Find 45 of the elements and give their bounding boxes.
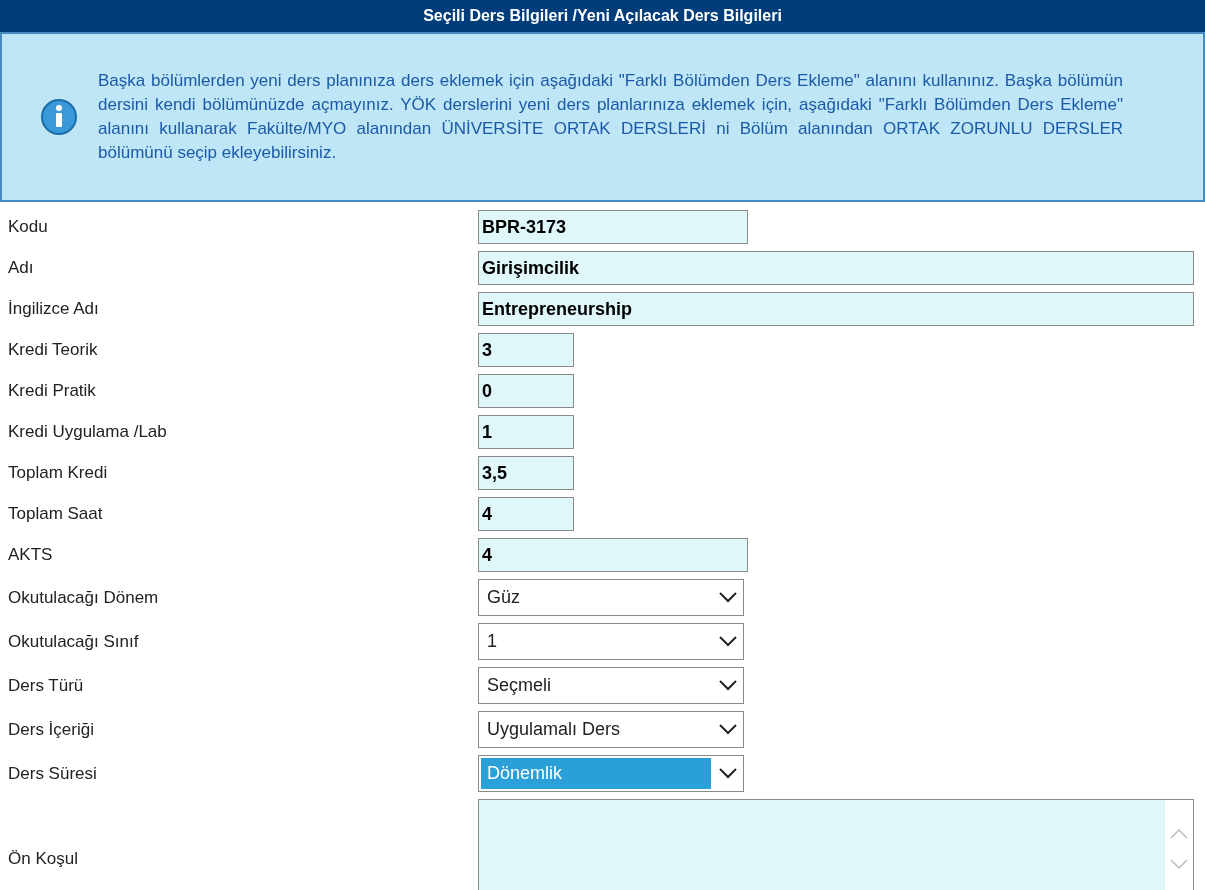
text-field[interactable]: Girişimcilik	[478, 251, 1194, 285]
field-label: İngilizce Adı	[7, 298, 100, 321]
dropdown[interactable]: 1	[478, 623, 744, 660]
chevron-down-icon	[719, 680, 737, 691]
text-field[interactable]: 1	[478, 415, 574, 449]
field-label: Kredi Teorik	[7, 339, 99, 362]
text-field[interactable]: BPR-3173	[478, 210, 748, 244]
field-label: Kredi Pratik	[7, 380, 97, 403]
field-label: AKTS	[7, 544, 54, 567]
chevron-down-icon	[719, 768, 737, 779]
section-header: Seçili Ders Bilgileri /Yeni Açılacak Ders Bilgileri	[0, 0, 1205, 32]
field-label: Okutulacağı Sınıf	[7, 630, 140, 653]
field-label: Kredi Uygulama /Lab	[7, 421, 168, 444]
scrollbar[interactable]	[1165, 800, 1193, 890]
dropdown-value: Uygulamalı Ders	[486, 718, 622, 741]
scroll-down-icon[interactable]	[1170, 859, 1188, 870]
dropdown[interactable]: Güz	[478, 579, 744, 616]
info-text: Başka bölümlerden yeni ders planınıza ders eklemek için aşağıdaki "Farklı Bölümden Ders Ekleme" alanını kullanınız. Başka bölümün dersini kendi bölümünüzde açmayınız. YÖK derslerini yeni ders planlarınıza eklemek için, aşağıdaki "Farklı Bölümden Ders Ekleme" alanını kullanarak Fakülte/MYO alanından ÜNİVERSİTE ORTAK DERSLERİ ni Bölüm alanından ORTAK ZORUNLU DERSLER bölümünü seçip ekleyebilirsiniz.	[98, 70, 1123, 164]
chevron-down-icon	[719, 592, 737, 603]
dropdown-value: Dönemlik	[481, 758, 711, 789]
field-label: Toplam Kredi	[7, 462, 109, 485]
field-label: Kodu	[7, 216, 49, 239]
text-field[interactable]: 3	[478, 333, 574, 367]
text-field[interactable]: 4	[478, 497, 574, 531]
text-field[interactable]: 3,5	[478, 456, 574, 490]
text-field[interactable]: 4	[478, 538, 748, 572]
dropdown-value: Seçmeli	[486, 674, 553, 697]
scroll-up-icon[interactable]	[1170, 828, 1188, 839]
dropdown[interactable]: Uygulamalı Ders	[478, 711, 744, 748]
text-area[interactable]	[478, 799, 1194, 890]
field-label: Okutulacağı Dönem	[7, 586, 160, 609]
text-field[interactable]: Entrepreneurship	[478, 292, 1194, 326]
field-label: Toplam Saat	[7, 503, 104, 526]
chevron-down-icon	[719, 724, 737, 735]
dropdown[interactable]: Seçmeli	[478, 667, 744, 704]
field-label: Ön Koşul	[7, 848, 79, 871]
dropdown-value: 1	[486, 630, 498, 653]
text-field[interactable]: 0	[478, 374, 574, 408]
field-label: Ders Süresi	[7, 762, 98, 785]
field-label: Adı	[7, 257, 35, 280]
chevron-down-icon	[719, 636, 737, 647]
field-label: Ders Türü	[7, 674, 85, 697]
info-icon	[40, 98, 78, 136]
field-label: Ders İçeriği	[7, 718, 95, 741]
dropdown-value: Güz	[486, 586, 521, 609]
